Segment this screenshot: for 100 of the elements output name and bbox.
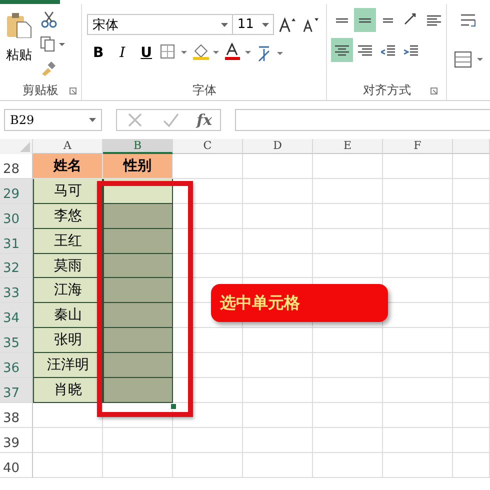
row-header[interactable]: 36	[0, 353, 33, 378]
fill-handle[interactable]	[170, 403, 177, 410]
table-header-cell: 性别	[103, 154, 173, 179]
selected-cell[interactable]	[103, 328, 173, 354]
row-header[interactable]: 31	[0, 228, 33, 254]
table-cell	[243, 228, 313, 254]
table-cell	[173, 378, 243, 403]
table-cell	[313, 428, 383, 453]
table-header-cell: 姓名	[33, 154, 103, 179]
table-cell	[173, 228, 243, 254]
table-cell	[173, 178, 243, 204]
align-bottom-icon	[383, 18, 394, 22]
row-header[interactable]: 30	[0, 204, 33, 229]
selected-cell[interactable]	[103, 254, 173, 278]
brush-icon[interactable]	[40, 60, 58, 76]
table-cell	[313, 328, 383, 354]
table-cell	[453, 228, 490, 254]
table-cell	[243, 328, 313, 354]
table-cell	[243, 428, 313, 453]
scissors-icon[interactable]	[40, 10, 58, 28]
column-header[interactable]: A	[33, 139, 103, 154]
selected-cell[interactable]	[103, 353, 173, 378]
underline-button[interactable]: U	[135, 43, 158, 63]
indent-increase-icon	[404, 44, 418, 56]
table-cell	[453, 154, 490, 179]
row-header[interactable]: 38	[0, 402, 33, 428]
row-header[interactable]: 40	[0, 452, 33, 478]
table-cell	[243, 378, 313, 403]
font-size-field[interactable]: 11	[233, 14, 274, 35]
selected-cell[interactable]	[103, 204, 173, 229]
bold-button[interactable]: B	[87, 43, 110, 63]
shrink-font-icon[interactable]	[302, 16, 322, 34]
table-cell	[313, 154, 383, 179]
table-cell	[383, 402, 453, 428]
column-header[interactable]: B	[103, 139, 173, 154]
dropdown-icon[interactable]	[221, 22, 228, 26]
table-cell	[243, 353, 313, 378]
column-header[interactable]: D	[243, 139, 313, 154]
grow-font-icon[interactable]	[278, 16, 298, 34]
table-cell	[313, 228, 383, 254]
table-cell	[383, 328, 453, 354]
table-cell	[453, 452, 490, 478]
table-cell	[243, 178, 313, 204]
paste-button[interactable]: 粘贴	[4, 8, 34, 80]
table-cell	[313, 353, 383, 378]
row-header[interactable]: 29	[0, 178, 33, 204]
dropdown-icon[interactable]	[89, 118, 96, 122]
table-cell	[173, 328, 243, 354]
row-header[interactable]: 32	[0, 254, 33, 278]
table-cell	[173, 428, 243, 453]
row-header[interactable]: 34	[0, 303, 33, 328]
launcher-icon[interactable]	[69, 87, 78, 95]
table-cell	[453, 402, 490, 428]
selected-cell[interactable]	[103, 303, 173, 328]
dropdown-icon[interactable]	[262, 22, 270, 26]
insert-function-button[interactable]: fx	[196, 111, 212, 129]
italic-button[interactable]: I	[111, 43, 134, 63]
launcher-icon[interactable]	[430, 87, 438, 95]
align-middle-icon	[359, 18, 372, 22]
selected-cell[interactable]	[103, 228, 173, 254]
table-cell	[243, 452, 313, 478]
table-cell	[383, 204, 453, 229]
table-cell	[173, 353, 243, 378]
copy-icon[interactable]	[40, 36, 66, 52]
table-cell	[313, 204, 383, 229]
table-cell	[313, 452, 383, 478]
group-label: 对齐方式	[362, 82, 411, 98]
row-header[interactable]: 39	[0, 428, 33, 453]
alignment-button[interactable]	[331, 38, 354, 62]
borders-icon[interactable]	[159, 43, 190, 61]
selected-cell[interactable]	[103, 378, 173, 403]
alignment-button[interactable]	[354, 8, 376, 32]
font-color-icon[interactable]	[223, 43, 254, 61]
table-cell	[173, 154, 243, 179]
table-cell	[383, 154, 453, 179]
row-header[interactable]: 37	[0, 378, 33, 403]
table-cell	[33, 428, 103, 453]
indent-decrease-icon	[381, 44, 396, 56]
table-cell	[173, 452, 243, 478]
selected-cell[interactable]	[103, 278, 173, 304]
table-cell	[243, 204, 313, 229]
font-name-field[interactable]: 宋体	[87, 14, 234, 35]
column-header[interactable]: E	[313, 139, 383, 154]
table-cell	[383, 353, 453, 378]
column-header[interactable]: F	[383, 139, 453, 154]
clipboard-icon	[6, 12, 32, 38]
table-cell	[453, 328, 490, 354]
fill-color-icon[interactable]	[191, 43, 222, 61]
merge-cells-icon[interactable]	[452, 50, 485, 70]
table-cell	[383, 178, 453, 204]
row-header[interactable]: 33	[0, 278, 33, 304]
table-cell	[103, 428, 173, 453]
table-cell	[453, 254, 490, 278]
row-header[interactable]: 35	[0, 328, 33, 354]
table-cell	[313, 378, 383, 403]
column-header[interactable]: C	[173, 139, 243, 154]
formula-input[interactable]	[235, 109, 490, 131]
name-box[interactable]: B29	[4, 109, 102, 131]
row-header[interactable]: 28	[0, 154, 33, 179]
table-cell	[173, 254, 243, 278]
